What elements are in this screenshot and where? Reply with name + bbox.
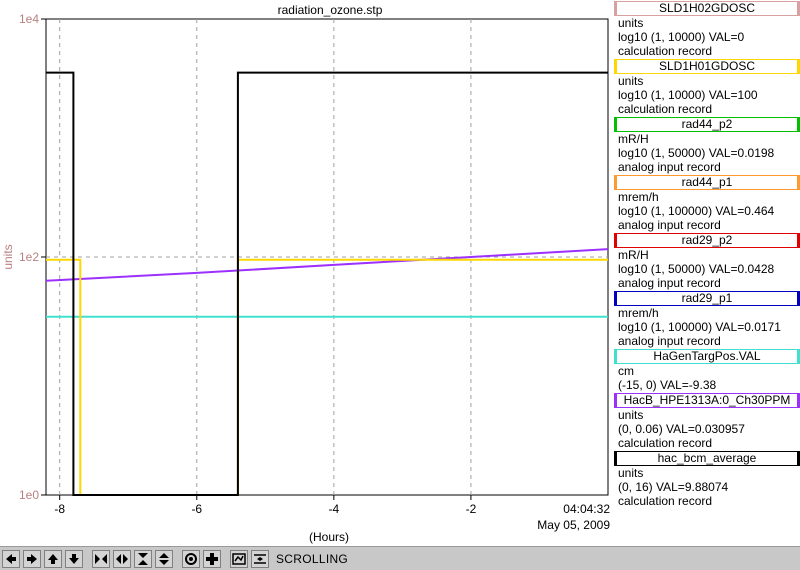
arrow-left-icon	[6, 553, 16, 564]
legend-name[interactable]: HaGenTargPos.VAL	[614, 349, 800, 364]
legend-name[interactable]: rad44_p2	[614, 117, 800, 132]
legend-unit: units	[618, 16, 644, 30]
y-tick-label: 1e2	[19, 250, 39, 264]
zoom-out-vertical-icon	[159, 552, 169, 565]
toolbar: SCROLLING	[0, 546, 800, 570]
legend-unit: mR/H	[618, 248, 649, 262]
legend-name[interactable]: hac_bcm_average	[614, 451, 800, 466]
legend-entry[interactable]: SLD1H01GDOSC units log10 (1, 10000) VAL=10…	[614, 59, 800, 116]
legend-entry[interactable]: HacB_HPE1313A:0_Ch30PPM units (0, 0.06) VA…	[614, 393, 800, 450]
legend-record: analog input record	[618, 218, 721, 232]
config-icon	[232, 552, 246, 565]
scroll-up-button[interactable]	[44, 549, 62, 568]
legend-name[interactable]: SLD1H02GDOSC	[614, 1, 800, 16]
legend-entry[interactable]: rad29_p1 mrem/h log10 (1, 100000) VAL=0.01…	[614, 291, 800, 348]
legend-name[interactable]: SLD1H01GDOSC	[614, 59, 800, 74]
x-axis: -8 -6 -4 -2	[54, 495, 477, 516]
legend-unit: units	[618, 74, 644, 88]
zoom-out-horizontal-icon	[116, 553, 128, 564]
zoom-out-vertical-button[interactable]	[155, 549, 173, 568]
legend-range: log10 (1, 10000) VAL=100	[618, 88, 758, 102]
legend-record: calculation record	[618, 44, 713, 58]
zoom-in-vertical-button[interactable]	[134, 549, 152, 568]
y-tick-label: 1e0	[19, 488, 39, 502]
scroll-right-button[interactable]	[23, 549, 41, 568]
x-tick-label: -4	[329, 502, 340, 516]
legend-unit: mR/H	[618, 132, 649, 146]
scroll-down-button[interactable]	[65, 549, 83, 568]
legend-unit: cm	[618, 364, 634, 378]
reset-icon	[206, 552, 218, 565]
legend-name[interactable]: rad29_p2	[614, 233, 800, 248]
zoom-out-horizontal-button[interactable]	[113, 549, 131, 568]
legend-range: (0, 0.06) VAL=0.030957	[618, 422, 745, 436]
autoscale-button[interactable]	[182, 549, 200, 568]
legend-record: analog input record	[618, 276, 721, 290]
scroll-left-button[interactable]	[2, 549, 20, 568]
legend-name[interactable]: rad29_p1	[614, 291, 800, 306]
config-button[interactable]	[230, 549, 248, 568]
legend-name[interactable]: HacB_HPE1313A:0_Ch30PPM	[614, 393, 800, 408]
x-axis-label: (Hours)	[309, 530, 349, 544]
x-tick-label: -2	[466, 502, 477, 516]
x-tick-label: -8	[54, 502, 65, 516]
x-tick-label: -6	[191, 502, 202, 516]
end-date-label: May 05, 2009	[537, 518, 610, 532]
zoom-in-horizontal-icon	[95, 553, 107, 564]
legend-unit: mrem/h	[618, 306, 659, 320]
legend-range: (0, 16) VAL=9.88074	[618, 480, 729, 494]
legend-record: calculation record	[618, 494, 713, 508]
zoom-in-vertical-icon	[138, 552, 148, 565]
legend-unit: mrem/h	[618, 190, 659, 204]
scroll-mode-button[interactable]	[251, 549, 269, 568]
legend-record: analog input record	[618, 160, 721, 174]
y-axis-label: units	[1, 244, 15, 269]
legend-entry[interactable]: rad29_p2 mR/H log10 (1, 50000) VAL=0.0428 a…	[614, 233, 800, 290]
y-tick-label: 1e4	[19, 12, 39, 26]
legend-entry[interactable]: rad44_p1 mrem/h log10 (1, 100000) VAL=0.46…	[614, 175, 800, 232]
legend-entry[interactable]: hac_bcm_average units (0, 16) VAL=9.88074 c…	[614, 451, 800, 508]
legend-range: log10 (1, 100000) VAL=0.0171	[618, 320, 781, 334]
legend-unit: units	[618, 408, 644, 422]
chart-title: radiation_ozone.stp	[278, 3, 383, 17]
zoom-in-horizontal-button[interactable]	[92, 549, 110, 568]
legend-range: log10 (1, 50000) VAL=0.0198	[618, 146, 775, 160]
legend-name[interactable]: rad44_p1	[614, 175, 800, 190]
legend-range: (-15, 0) VAL=-9.38	[618, 378, 717, 392]
y-axis: 1e0 1e2 1e4	[19, 12, 46, 502]
legend-range: log10 (1, 50000) VAL=0.0428	[618, 262, 775, 276]
legend-record: calculation record	[618, 436, 713, 450]
arrow-right-icon	[27, 553, 37, 564]
legend-entry[interactable]: HaGenTargPos.VAL cm (-15, 0) VAL=-9.38	[614, 349, 800, 392]
scroll-icon	[254, 553, 266, 564]
reset-button[interactable]	[203, 549, 221, 568]
legend-entry[interactable]: SLD1H02GDOSC units log10 (1, 10000) VAL=0 c…	[614, 1, 800, 58]
legend: SLD1H02GDOSC units log10 (1, 10000) VAL=0 c…	[614, 0, 800, 508]
legend-entry[interactable]: rad44_p2 mR/H log10 (1, 50000) VAL=0.0198 a…	[614, 117, 800, 174]
autoscale-icon	[185, 552, 197, 565]
legend-range: log10 (1, 10000) VAL=0	[618, 30, 745, 44]
status-text: SCROLLING	[276, 551, 349, 566]
arrow-down-icon	[69, 553, 79, 564]
legend-unit: units	[618, 466, 644, 480]
legend-record: analog input record	[618, 334, 721, 348]
legend-record: calculation record	[618, 102, 713, 116]
arrow-up-icon	[48, 553, 58, 564]
end-time-label: 04:04:32	[563, 502, 610, 516]
legend-range: log10 (1, 100000) VAL=0.464	[618, 204, 775, 218]
